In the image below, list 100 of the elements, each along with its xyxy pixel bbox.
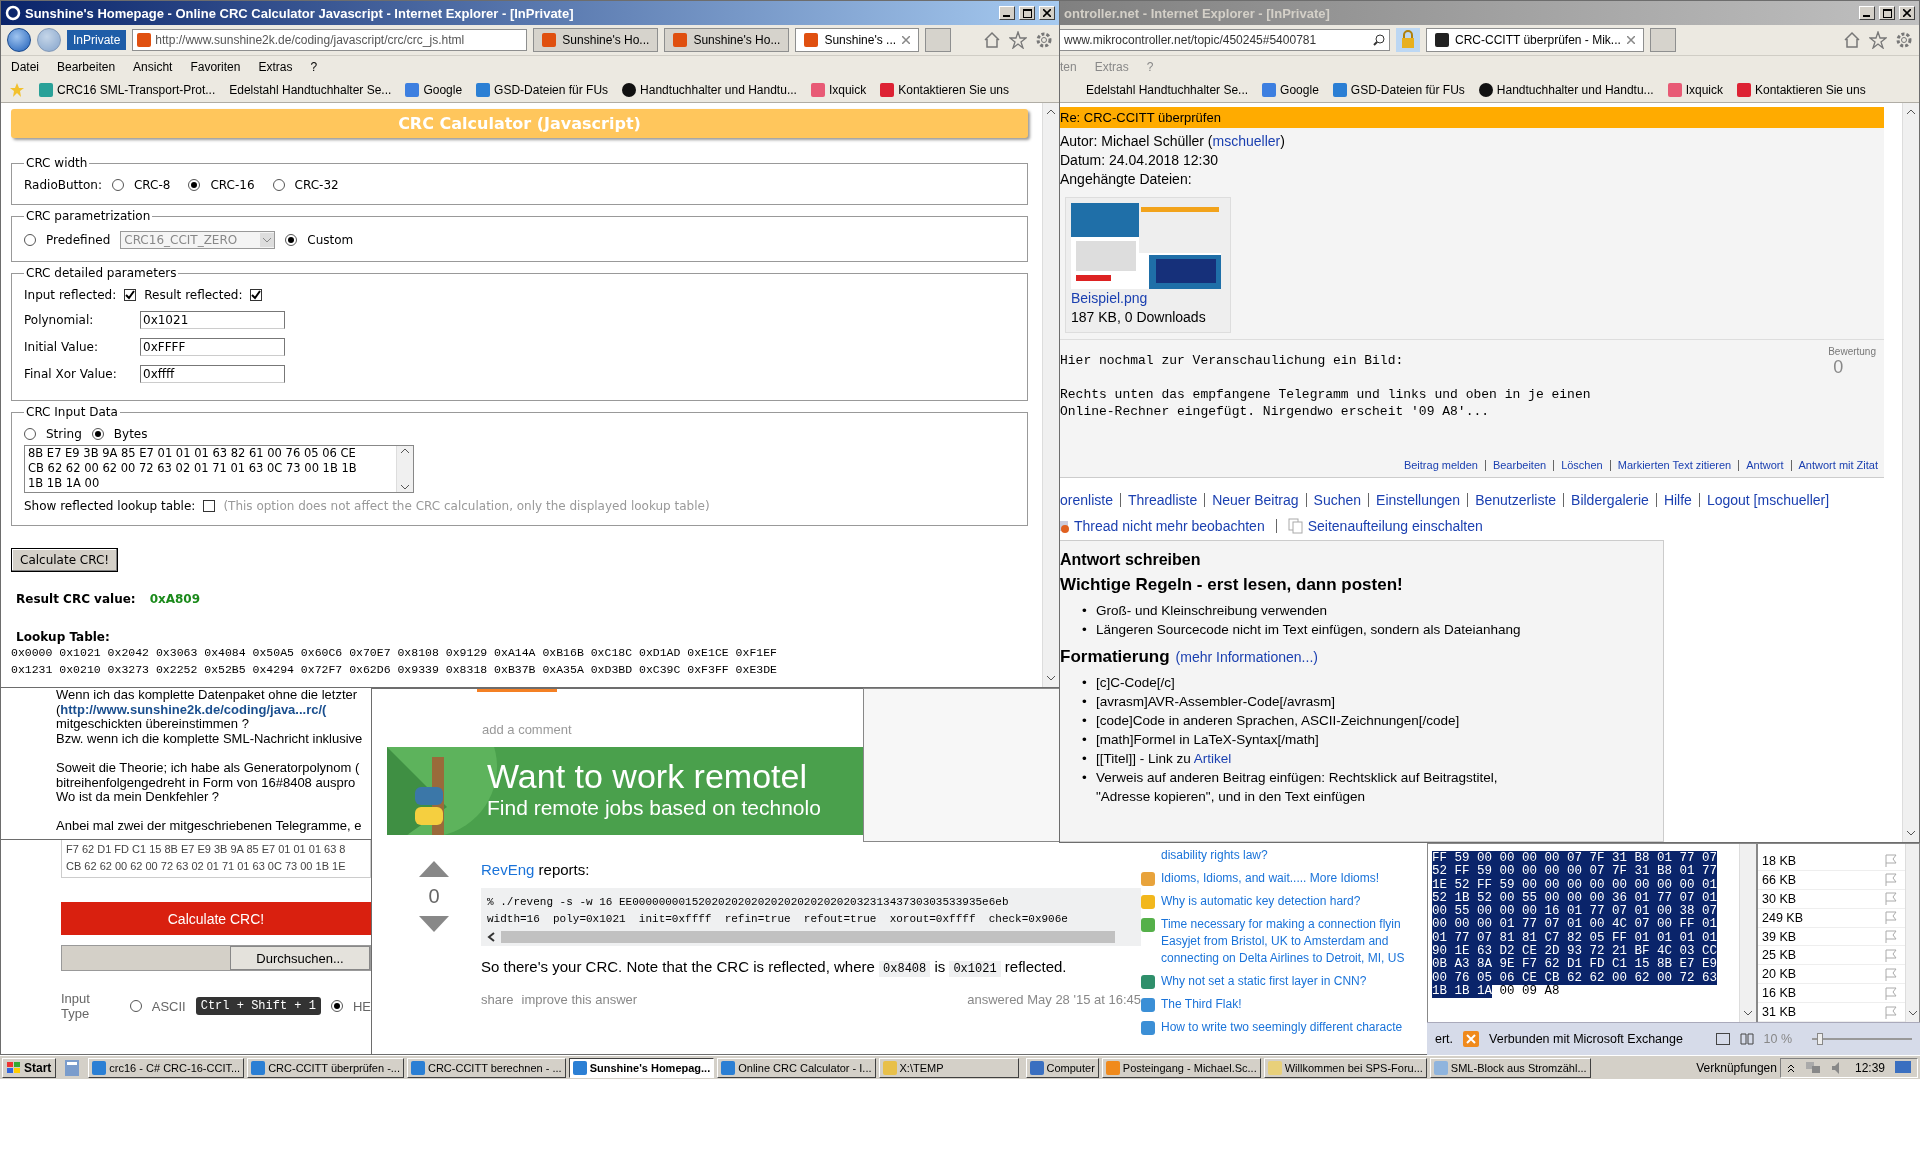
scrollbar[interactable] (396, 446, 413, 492)
text-field[interactable]: 0xFFFF (140, 338, 285, 356)
search-icon[interactable] (1373, 34, 1385, 46)
text-field[interactable]: 0x1021 (140, 311, 285, 329)
calculator-icon[interactable] (65, 1059, 80, 1076)
new-tab-button[interactable] (925, 28, 952, 52)
input-data-field[interactable]: F7 62 D1 FD C1 15 8B E7 E9 3B 9A 85 E7 01 01 01 63 8 CB 62 62 00 62 00 72 63 02 01 71 01 63 0C 73 00 1B 1E (61, 839, 371, 878)
scroll-down-icon[interactable] (1906, 830, 1916, 836)
flag-icon[interactable] (1885, 911, 1897, 925)
address-field[interactable]: www.mikrocontroller.net/topic/450245#5400781 (1060, 29, 1390, 51)
file-field[interactable]: Durchsuchen... (61, 945, 371, 971)
scroll-down-icon[interactable] (400, 484, 410, 490)
close-icon[interactable] (1626, 36, 1635, 44)
scroll-up-icon[interactable] (400, 448, 410, 454)
star-icon[interactable] (1869, 31, 1887, 49)
favorite-link[interactable]: Kontaktieren Sie uns (880, 82, 1009, 97)
input-data-field[interactable]: 8B E7 E9 3B 9A 85 E7 01 01 01 63 82 61 00 76 05 06 CE CB 62 62 00 62 00 72 63 02 01 71 01 63 0C 73 00 1B 1B 1B 1B 1A 00 (24, 445, 414, 493)
radio-button[interactable] (285, 234, 298, 246)
question-link[interactable]: How to write two seemingly different characte (1161, 1019, 1403, 1036)
view-icon[interactable] (1715, 1033, 1730, 1045)
taskbar-button[interactable]: CRC-CCITT berechnen - ... (406, 1057, 566, 1078)
question-link[interactable]: Why not set a static first layer in CNN? (1161, 973, 1367, 990)
post-action-link[interactable]: Markierten Text zitieren (1617, 459, 1732, 471)
favorite-link[interactable]: Handtuchhalter und Handtu... (1478, 82, 1654, 97)
favorite-link[interactable]: Ixquick (810, 82, 867, 97)
menu-item[interactable]: Bearbeiten (57, 59, 116, 74)
nav-link[interactable]: Benutzerliste (1475, 492, 1557, 508)
menu-item[interactable]: Extras (258, 59, 293, 74)
browser-tab[interactable]: Sunshine's Ho... (664, 28, 790, 52)
article-link[interactable]: Artikel (1193, 751, 1232, 766)
menu-item[interactable]: Favoriten (190, 59, 241, 74)
scrollbar[interactable] (1739, 844, 1756, 1022)
radio-button[interactable] (24, 428, 36, 440)
taskbar-button[interactable]: SML-Block aus Stromzähl... (1429, 1057, 1591, 1078)
radio-button[interactable] (272, 179, 285, 191)
nav-link[interactable]: Neuer Beitrag (1212, 492, 1299, 508)
radio-button[interactable] (129, 1000, 142, 1012)
favorite-link[interactable]: Google (405, 82, 463, 97)
favorite-link[interactable]: CRC16 SML-Transport-Prot... (39, 82, 216, 97)
nav-link[interactable]: Einstellungen (1376, 492, 1461, 508)
taskbar-button[interactable]: Willkommen bei SPS-Foru... (1263, 1057, 1427, 1078)
scroll-left-icon[interactable] (487, 932, 495, 942)
scroll-down-icon[interactable] (1743, 1010, 1753, 1016)
taskbar-button[interactable]: X:\TEMP (878, 1057, 1019, 1078)
maximize-button[interactable] (1879, 6, 1895, 20)
checkbox[interactable] (124, 289, 137, 301)
question-link[interactable]: Time necessary for making a connection flyin Easyjet from Bristol, UK to Amsterdam and connecting on Delta Airlines to Detroit, MI, US (1161, 916, 1417, 967)
address-field[interactable]: http://www.sunshine2k.de/coding/javascript/crc/crc_js.html (132, 29, 528, 51)
watch-link[interactable]: Seitenaufteilung einschalten (1307, 518, 1483, 534)
favorite-link[interactable]: GSD-Dateien für FUs (1332, 82, 1465, 97)
browse-button[interactable]: Durchsuchen... (230, 946, 370, 970)
menu-item[interactable]: Ansicht (133, 59, 173, 74)
close-button[interactable] (1039, 6, 1055, 20)
browser-tab[interactable]: CRC-CCITT überprüfen - Mik... (1426, 28, 1644, 52)
nav-link[interactable]: Suchen (1313, 492, 1362, 508)
settings-icon[interactable] (1035, 31, 1053, 49)
question-link[interactable]: Why is automatic key detection hard? (1161, 893, 1361, 910)
radio-button[interactable] (111, 179, 124, 191)
favorite-link[interactable]: Edelstahl Handtuchhalter Se... (1086, 82, 1249, 97)
flag-icon[interactable] (1885, 986, 1897, 1000)
book-icon[interactable] (1739, 1033, 1754, 1045)
scrollbar[interactable] (1905, 844, 1919, 1022)
forward-button[interactable] (37, 28, 61, 52)
nav-link[interactable]: Threadliste (1127, 492, 1198, 508)
url-link[interactable]: http://www.sunshine2k.de/coding/java...rc/( (60, 701, 327, 717)
downvote-icon[interactable] (419, 916, 449, 932)
flag-icon[interactable] (1885, 873, 1897, 887)
attachment-link[interactable]: Beispiel.png (1071, 290, 1148, 306)
lock-icon[interactable] (1396, 28, 1420, 52)
new-tab-button[interactable] (1649, 28, 1676, 52)
post-action-link[interactable]: Antwort (1746, 459, 1784, 471)
more-info-link[interactable]: (mehr Informationen...) (1175, 649, 1318, 665)
close-icon[interactable] (902, 36, 911, 44)
radio-button[interactable] (330, 1000, 343, 1012)
home-icon[interactable] (983, 31, 1001, 49)
chevron-icon[interactable] (1786, 1062, 1795, 1073)
taskbar-button[interactable]: Online CRC Calculator - I... (717, 1057, 876, 1078)
share-link[interactable]: share (481, 992, 514, 1007)
post-action-link[interactable]: Bearbeiten (1492, 459, 1547, 471)
settings-icon[interactable] (1895, 31, 1913, 49)
flag-icon[interactable] (1885, 892, 1897, 906)
taskbar-button[interactable]: Posteingang - Michael.Sc... (1101, 1057, 1261, 1078)
nav-link[interactable]: Bildergalerie (1571, 492, 1649, 508)
question-link[interactable]: The Third Flak! (1161, 996, 1242, 1013)
toolbar-label[interactable]: Verknüpfungen (1696, 1060, 1777, 1075)
scroll-up-icon[interactable] (1046, 109, 1056, 115)
flag-icon[interactable] (1885, 1005, 1897, 1019)
calculate-button[interactable]: Calculate CRC! (61, 902, 371, 935)
text-field[interactable]: 0xffff (140, 365, 285, 383)
question-link[interactable]: disability rights law? (1161, 847, 1268, 864)
favorite-link[interactable]: Kontaktieren Sie uns (1737, 82, 1866, 97)
favorite-link[interactable]: Handtuchhalter und Handtu... (622, 82, 797, 97)
taskbar-button[interactable]: crc16 - C# CRC-16-CCIT... (88, 1057, 245, 1078)
close-button[interactable] (1899, 6, 1915, 20)
favorite-link[interactable]: Edelstahl Handtuchhalter Se... (229, 82, 392, 97)
watch-link[interactable]: Thread nicht mehr beobachten (1074, 518, 1265, 534)
favorite-link[interactable]: Ixquick (1667, 82, 1723, 97)
scrollbar[interactable] (1042, 103, 1059, 687)
nav-link[interactable]: Logout [mschueller] (1706, 492, 1830, 508)
user-link[interactable]: mschueller (1212, 133, 1281, 149)
